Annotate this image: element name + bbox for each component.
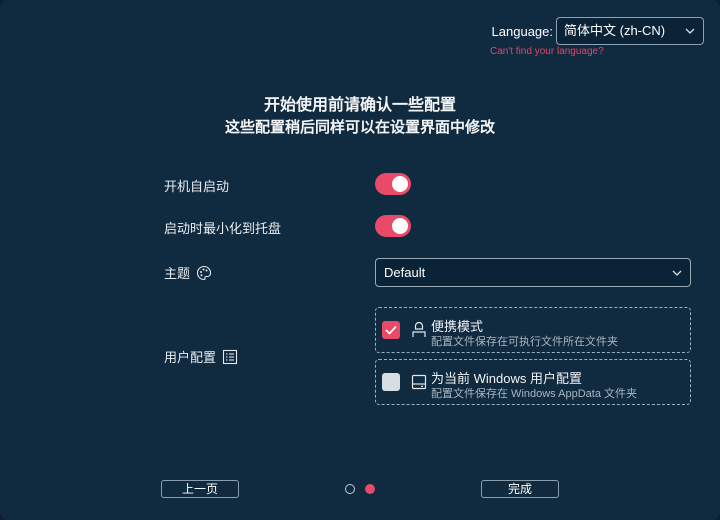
minimize-to-tray-label-text: 启动时最小化到托盘 (164, 221, 282, 236)
page-title: 开始使用前请确认一些配置 (263, 97, 456, 114)
windows-user-checkbox[interactable] (382, 373, 400, 391)
palette-icon (196, 265, 212, 280)
portable-description: 配置文件保存在可执行文件所在文件夹 (431, 336, 618, 348)
chevron-down-icon (672, 270, 682, 276)
autostart-label-text: 开机自启动 (164, 179, 230, 194)
language-select-value: 简体中文 (zh-CN) (564, 23, 666, 38)
page-indicator-2[interactable] (365, 484, 375, 494)
profile-label-text: 用户配置 (164, 350, 217, 365)
list-icon (222, 349, 238, 364)
minimize-to-tray-toggle[interactable] (375, 215, 411, 237)
language-select[interactable]: 简体中文 (zh-CN) (556, 17, 704, 45)
language-label: Language: (491, 23, 553, 39)
toggle-knob (392, 176, 408, 192)
person-icon (412, 321, 426, 337)
hard-drive-icon (411, 374, 427, 390)
page-indicator-1[interactable] (345, 484, 355, 494)
autostart-label: 开机自启动 (164, 176, 229, 195)
theme-label-text: 主题 (164, 266, 191, 281)
finish-button[interactable]: 完成 (481, 480, 559, 498)
checkmark-icon (385, 325, 397, 335)
portable-checkbox[interactable] (382, 321, 400, 339)
setup-window: Language: 简体中文 (zh-CN) Can't find your l… (0, 0, 720, 520)
page-subtitle: 这些配置稍后同样可以在设置界面中修改 (224, 119, 495, 136)
chevron-down-icon (685, 28, 695, 34)
profile-label: 用户配置 (164, 347, 238, 366)
language-hint-link[interactable]: Can't find your language? (490, 46, 604, 57)
minimize-to-tray-label: 启动时最小化到托盘 (164, 218, 281, 237)
windows-user-description: 配置文件保存在 Windows AppData 文件夹 (431, 388, 637, 400)
autostart-toggle[interactable] (375, 173, 411, 195)
previous-page-button[interactable]: 上一页 (161, 480, 239, 498)
theme-select[interactable]: Default (375, 258, 691, 287)
theme-select-value: Default (384, 265, 426, 280)
profile-option-portable[interactable]: 便携模式 配置文件保存在可执行文件所在文件夹 (375, 307, 691, 353)
language-picker: Language: 简体中文 (zh-CN) (492, 17, 704, 45)
theme-label: 主题 (164, 263, 212, 282)
toggle-knob (392, 218, 408, 234)
profile-option-windows-user[interactable]: 为当前 Windows 用户配置 配置文件保存在 Windows AppData… (375, 359, 691, 405)
